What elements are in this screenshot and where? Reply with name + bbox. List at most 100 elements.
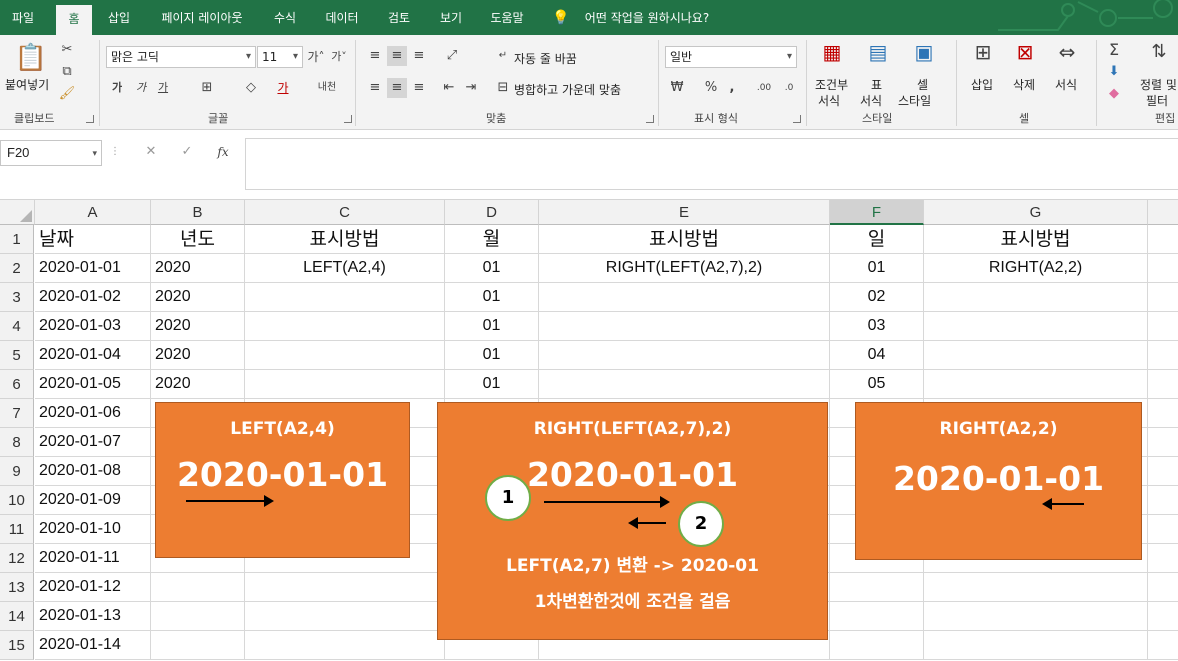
format-table-icon[interactable]: ▤ [862,42,894,70]
cell-f4[interactable]: 03 [830,312,924,341]
cell-styles-label-2[interactable]: 스타일 [898,92,931,109]
cell-a4[interactable]: 2020-01-03 [35,312,151,341]
cell-f1[interactable]: 일 [830,225,924,254]
currency-icon[interactable]: ₩ [666,78,688,98]
cell-a7[interactable]: 2020-01-06 [35,399,151,428]
row-header-8[interactable]: 8 [0,428,34,457]
row-header-5[interactable]: 5 [0,341,34,370]
fill-color-icon[interactable]: ◇ [240,78,262,98]
cell-d3[interactable]: 01 [445,283,539,312]
grow-font-icon[interactable]: 가˄ [307,47,325,67]
cell-a15[interactable]: 2020-01-14 [35,631,151,660]
cell-e5[interactable] [539,341,830,370]
cell-a5[interactable]: 2020-01-04 [35,341,151,370]
sort-filter-label-1[interactable]: 정렬 및 [1140,76,1177,93]
align-left-icon[interactable]: ≡ [366,78,384,98]
row-header-4[interactable]: 4 [0,312,34,341]
cell-h8[interactable] [1148,428,1178,457]
tab-page-layout[interactable]: 페이지 레이아웃 [150,0,254,35]
cell-f15[interactable] [830,631,924,660]
cell-h9[interactable] [1148,457,1178,486]
row-header-14[interactable]: 14 [0,602,34,631]
enter-icon[interactable]: ✓ [176,142,198,162]
row-header-1[interactable]: 1 [0,225,34,254]
cell-h10[interactable] [1148,486,1178,515]
insert-cells-button[interactable]: 삽입 [971,76,993,93]
format-painter-icon[interactable]: 🖌 [56,84,78,104]
row-header-9[interactable]: 9 [0,457,34,486]
row-header-7[interactable]: 7 [0,399,34,428]
cell-h11[interactable] [1148,515,1178,544]
font-name-select[interactable]: 맑은 고딕 ▾ [106,46,256,68]
cell-f2[interactable]: 01 [830,254,924,283]
cell-a14[interactable]: 2020-01-13 [35,602,151,631]
row-header-15[interactable]: 15 [0,631,34,660]
align-right-icon[interactable]: ≡ [410,78,428,98]
number-launcher-icon[interactable] [793,115,801,123]
cell-a1[interactable]: 날짜 [35,225,151,254]
cell-f5[interactable]: 04 [830,341,924,370]
cell-g14[interactable] [924,602,1148,631]
tab-home[interactable]: 홈 [56,5,92,35]
merge-center-button[interactable]: 병합하고 가운데 맞춤 [514,81,621,98]
cell-h3[interactable] [1148,283,1178,312]
percent-icon[interactable]: % [702,78,720,98]
column-header-f[interactable]: F [830,200,924,225]
delete-cells-button[interactable]: 삭제 [1013,76,1035,93]
cell-g5[interactable] [924,341,1148,370]
align-center-icon[interactable]: ≡ [387,78,407,98]
tab-data[interactable]: 데이터 [318,0,366,35]
cell-a9[interactable]: 2020-01-08 [35,457,151,486]
row-header-12[interactable]: 12 [0,544,34,573]
cell-d5[interactable]: 01 [445,341,539,370]
column-header-g[interactable]: G [924,200,1148,225]
cell-c6[interactable] [245,370,445,399]
cell-a11[interactable]: 2020-01-10 [35,515,151,544]
decrease-decimal-icon[interactable]: .0 [778,78,800,98]
wrap-text-icon[interactable]: ↵ [494,46,512,66]
cell-f3[interactable]: 02 [830,283,924,312]
cell-h15[interactable] [1148,631,1178,660]
cell-b13[interactable] [151,573,245,602]
cell-a2[interactable]: 2020-01-01 [35,254,151,283]
cell-d2[interactable]: 01 [445,254,539,283]
tell-me-search[interactable]: 어떤 작업을 원하시나요? [576,0,718,35]
format-table-label-1[interactable]: 표 [871,76,882,93]
column-header-d[interactable]: D [445,200,539,225]
row-header-3[interactable]: 3 [0,283,34,312]
cell-c3[interactable] [245,283,445,312]
name-box[interactable]: F20 ▾ [0,140,102,166]
cell-a8[interactable]: 2020-01-07 [35,428,151,457]
tab-view[interactable]: 보기 [430,0,472,35]
autosum-icon[interactable]: Σ [1104,40,1124,60]
sort-filter-icon[interactable]: ⇅ [1144,42,1174,70]
increase-decimal-icon[interactable]: .00 [752,78,776,98]
fill-icon[interactable]: ⬇ [1104,62,1124,82]
increase-indent-icon[interactable]: ⇥ [462,78,480,98]
paste-button[interactable]: 붙여넣기 [5,76,49,93]
row-header-2[interactable]: 2 [0,254,34,283]
bold-icon[interactable]: 가 [108,78,126,98]
cell-b4[interactable]: 2020 [151,312,245,341]
clipboard-launcher-icon[interactable] [86,115,94,123]
number-format-select[interactable]: 일반 ▾ [665,46,797,68]
phonetic-icon[interactable]: 내천 [316,78,338,98]
border-icon[interactable]: ⊞ [196,78,218,98]
cell-h13[interactable] [1148,573,1178,602]
worksheet[interactable]: ABCDEFG 1 날짜 년도 표시방법 월 표시방법 일 표시방법 2 2020-01-01 20… [0,200,1178,661]
cell-d4[interactable]: 01 [445,312,539,341]
cell-h7[interactable] [1148,399,1178,428]
cancel-icon[interactable]: ✕ [140,142,162,162]
format-table-label-2[interactable]: 서식 [860,92,882,109]
decrease-indent-icon[interactable]: ⇤ [440,78,458,98]
column-header-overflow[interactable] [1148,200,1178,225]
copy-icon[interactable]: ⧉ [56,62,78,82]
cell-f13[interactable] [830,573,924,602]
tab-file[interactable]: 파일 [0,0,46,35]
cell-h12[interactable] [1148,544,1178,573]
cell-b5[interactable]: 2020 [151,341,245,370]
align-middle-icon[interactable]: ≡ [387,46,407,66]
font-color-icon[interactable]: 가 [272,78,294,98]
cell-h4[interactable] [1148,312,1178,341]
comma-icon[interactable]: , [725,78,739,98]
